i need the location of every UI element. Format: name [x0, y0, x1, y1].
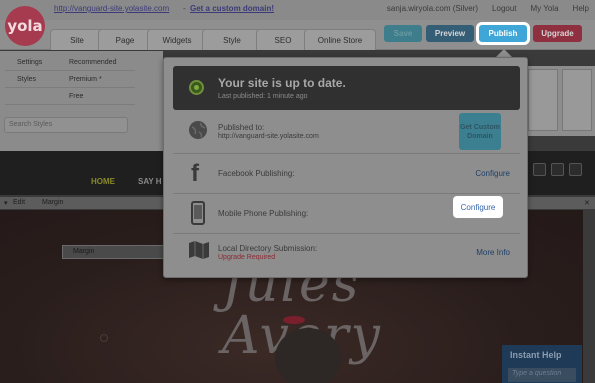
facebook-row: f Facebook Publishing: Configure	[173, 154, 520, 194]
styles-tab[interactable]: Styles	[17, 76, 36, 83]
free-filter[interactable]: Free	[69, 93, 83, 100]
recommended-filter[interactable]: Recommended	[69, 59, 116, 66]
account-links: sanja.wiryola.com (Silver) Logout My Yol…	[387, 4, 589, 13]
premium-filter[interactable]: Premium *	[69, 76, 102, 83]
globe-icon	[188, 120, 208, 143]
facebook-icon: f	[191, 160, 199, 187]
mobile-phone-icon	[191, 201, 205, 228]
status-subtitle: Last published: 1 minute ago	[218, 93, 308, 100]
hero-lips	[283, 316, 305, 324]
help-link[interactable]: Help	[573, 4, 589, 13]
arrow-icon: ▾	[4, 200, 8, 207]
upgrade-required-note[interactable]: Upgrade Required	[218, 254, 275, 261]
user-account[interactable]: sanja.wiryola.com (Silver)	[387, 4, 478, 13]
tab-style[interactable]: Style	[202, 29, 262, 50]
custom-domain-link[interactable]: Get a custom domain!	[190, 4, 274, 13]
local-directory-row: Local Directory Submission: Upgrade Requ…	[173, 234, 520, 272]
instant-help-title: Instant Help	[510, 350, 562, 360]
preview-button[interactable]: Preview	[426, 25, 474, 42]
style-row: Settings Recommended	[5, 56, 135, 71]
hero-cup	[275, 328, 341, 383]
close-icon[interactable]: ✕	[584, 199, 590, 207]
site-url-link[interactable]: http://vanguard-site.yolasite.com	[54, 4, 169, 13]
facebook-label: Facebook Publishing:	[218, 169, 295, 178]
settings-tab[interactable]: Settings	[17, 59, 42, 66]
upgrade-button[interactable]: Upgrade	[533, 25, 582, 42]
tab-online-store[interactable]: Online Store	[304, 29, 376, 50]
published-url[interactable]: http://vanguard-site.yolasite.com	[218, 133, 319, 140]
local-directory-label: Local Directory Submission:	[218, 244, 318, 253]
publish-status: Your site is up to date. Last published:…	[173, 66, 520, 110]
publish-button[interactable]: Publish	[476, 22, 530, 45]
side-scroll[interactable]	[583, 210, 595, 383]
published-to-label: Published to:	[218, 123, 265, 132]
search-styles-input[interactable]: Search Styles	[4, 117, 128, 133]
settings-icon[interactable]	[551, 163, 564, 176]
style-panel: Settings Recommended Styles Premium * Fr…	[0, 51, 163, 151]
nav-say-hello[interactable]: SAY H	[138, 177, 162, 186]
style-row: Free	[5, 90, 135, 105]
status-ok-icon	[189, 80, 204, 95]
tab-page[interactable]: Page	[98, 29, 152, 50]
top-bar: http://vanguard-site.yolasite.com - Get …	[0, 0, 595, 20]
edit-button[interactable]: Edit	[13, 199, 25, 206]
facebook-configure-link[interactable]: Configure	[475, 169, 510, 178]
tab-bar: Site Page Widgets Style SEO Online Store…	[0, 20, 595, 50]
instant-help-widget: Instant Help Type a question	[502, 345, 582, 383]
tab-seo[interactable]: SEO	[256, 29, 310, 50]
popup-pointer	[496, 49, 512, 57]
style-thumbnail[interactable]	[562, 69, 592, 131]
mobile-label: Mobile Phone Publishing:	[218, 209, 309, 218]
style-thumbnail[interactable]	[528, 69, 558, 131]
mobile-configure-link[interactable]: Configure	[455, 198, 501, 216]
my-yola-link[interactable]: My Yola	[531, 4, 559, 13]
separator: -	[183, 4, 186, 13]
publish-popup: Your site is up to date. Last published:…	[163, 57, 528, 278]
style-thumbnails	[528, 66, 595, 136]
layout-icon[interactable]	[569, 163, 582, 176]
yola-logo[interactable]: yola	[5, 6, 45, 46]
get-custom-domain-button[interactable]: Get Custom Domain	[459, 113, 501, 150]
edit-icon[interactable]	[533, 163, 546, 176]
margin-label[interactable]: Margin	[42, 199, 63, 206]
status-title: Your site is up to date.	[218, 76, 346, 90]
instant-help-input[interactable]: Type a question	[508, 368, 576, 382]
save-button[interactable]: Save	[384, 25, 422, 42]
hero-dial	[100, 334, 108, 342]
nav-home[interactable]: HOME	[91, 177, 115, 186]
logout-link[interactable]: Logout	[492, 4, 516, 13]
tab-widgets[interactable]: Widgets	[147, 29, 207, 50]
map-icon	[188, 239, 210, 264]
more-info-link[interactable]: More Info	[476, 248, 510, 257]
tab-site[interactable]: Site	[50, 29, 104, 50]
style-row: Styles Premium *	[5, 73, 135, 88]
